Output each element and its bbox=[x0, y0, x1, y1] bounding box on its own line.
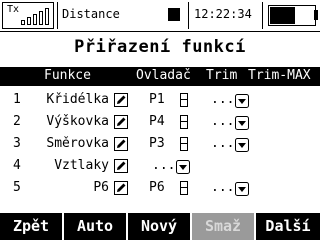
divider bbox=[262, 2, 263, 29]
divider bbox=[57, 2, 58, 29]
pencil-icon[interactable] bbox=[114, 115, 128, 129]
control-value[interactable]: ... bbox=[152, 158, 175, 173]
row-number: 1 bbox=[13, 92, 21, 107]
row-number: 5 bbox=[13, 180, 21, 195]
down-arrow-icon[interactable] bbox=[235, 182, 249, 196]
trim-value[interactable]: ... bbox=[211, 180, 234, 195]
down-arrow-icon[interactable] bbox=[235, 116, 249, 130]
table-row[interactable]: 5 P6 P6 ... bbox=[0, 178, 320, 200]
control-value[interactable]: P4 bbox=[149, 114, 165, 129]
row-number: 2 bbox=[13, 114, 21, 129]
auto-button[interactable]: Auto bbox=[64, 213, 126, 240]
switch-icon[interactable] bbox=[180, 115, 188, 129]
down-arrow-icon[interactable] bbox=[235, 138, 249, 152]
page-title: Přiřazení funkcí bbox=[74, 37, 246, 57]
table-header: Funkce Ovladač Trim Trim-MAX bbox=[0, 67, 320, 86]
switch-icon[interactable] bbox=[180, 181, 188, 195]
battery-percent: 57% bbox=[274, 8, 293, 19]
status-bar: Tx Distance 12:22:34 57% bbox=[0, 0, 320, 31]
switch-icon[interactable] bbox=[180, 93, 188, 107]
function-name: Vztlaky bbox=[54, 158, 109, 173]
row-number: 3 bbox=[13, 136, 21, 151]
table-row[interactable]: 1 Křidélka P1 ... bbox=[0, 90, 320, 112]
column-header-funkce: Funkce bbox=[44, 68, 91, 83]
clock: 12:22:34 bbox=[194, 7, 252, 21]
model-name: Distance bbox=[62, 7, 120, 21]
new-button[interactable]: Nový bbox=[128, 213, 190, 240]
pencil-icon[interactable] bbox=[114, 181, 128, 195]
signal-bar bbox=[39, 11, 43, 25]
table-row[interactable]: 3 Směrovka P3 ... bbox=[0, 134, 320, 156]
down-arrow-icon[interactable] bbox=[235, 94, 249, 108]
row-number: 4 bbox=[13, 158, 21, 173]
table-row[interactable]: 2 Výškovka P4 ... bbox=[0, 112, 320, 134]
column-header-trim-max: Trim-MAX bbox=[248, 68, 311, 83]
pencil-icon[interactable] bbox=[114, 137, 128, 151]
trim-value[interactable]: ... bbox=[211, 136, 234, 151]
next-button[interactable]: Další bbox=[256, 213, 320, 240]
trim-value[interactable]: ... bbox=[211, 92, 234, 107]
function-name: Křidélka bbox=[46, 92, 109, 107]
trim-value[interactable]: ... bbox=[211, 114, 234, 129]
pencil-icon[interactable] bbox=[114, 93, 128, 107]
battery-terminal bbox=[314, 10, 318, 20]
function-name: Výškovka bbox=[46, 114, 109, 129]
back-button[interactable]: Zpět bbox=[0, 213, 62, 240]
column-header-ovladac: Ovladač bbox=[136, 68, 191, 83]
function-name: P6 bbox=[93, 180, 109, 195]
control-value[interactable]: P3 bbox=[149, 136, 165, 151]
control-value[interactable]: P6 bbox=[149, 180, 165, 195]
control-value[interactable]: P1 bbox=[149, 92, 165, 107]
tx-signal-indicator: Tx bbox=[2, 2, 54, 29]
function-name: Směrovka bbox=[46, 136, 109, 151]
timer-indicator-icon bbox=[168, 8, 180, 21]
divider bbox=[188, 2, 189, 29]
pencil-icon[interactable] bbox=[114, 159, 128, 173]
table-row[interactable]: 4 Vztlaky ... bbox=[0, 156, 320, 178]
switch-icon[interactable] bbox=[180, 137, 188, 151]
signal-bar bbox=[27, 17, 31, 25]
signal-bar bbox=[45, 8, 49, 25]
signal-bar bbox=[33, 14, 37, 25]
tx-label: Tx bbox=[7, 4, 20, 15]
column-header-trim: Trim bbox=[206, 68, 238, 83]
down-arrow-icon[interactable] bbox=[176, 160, 190, 174]
delete-button[interactable]: Smaž bbox=[192, 213, 254, 240]
signal-bar bbox=[21, 20, 25, 25]
divider bbox=[0, 31, 320, 32]
